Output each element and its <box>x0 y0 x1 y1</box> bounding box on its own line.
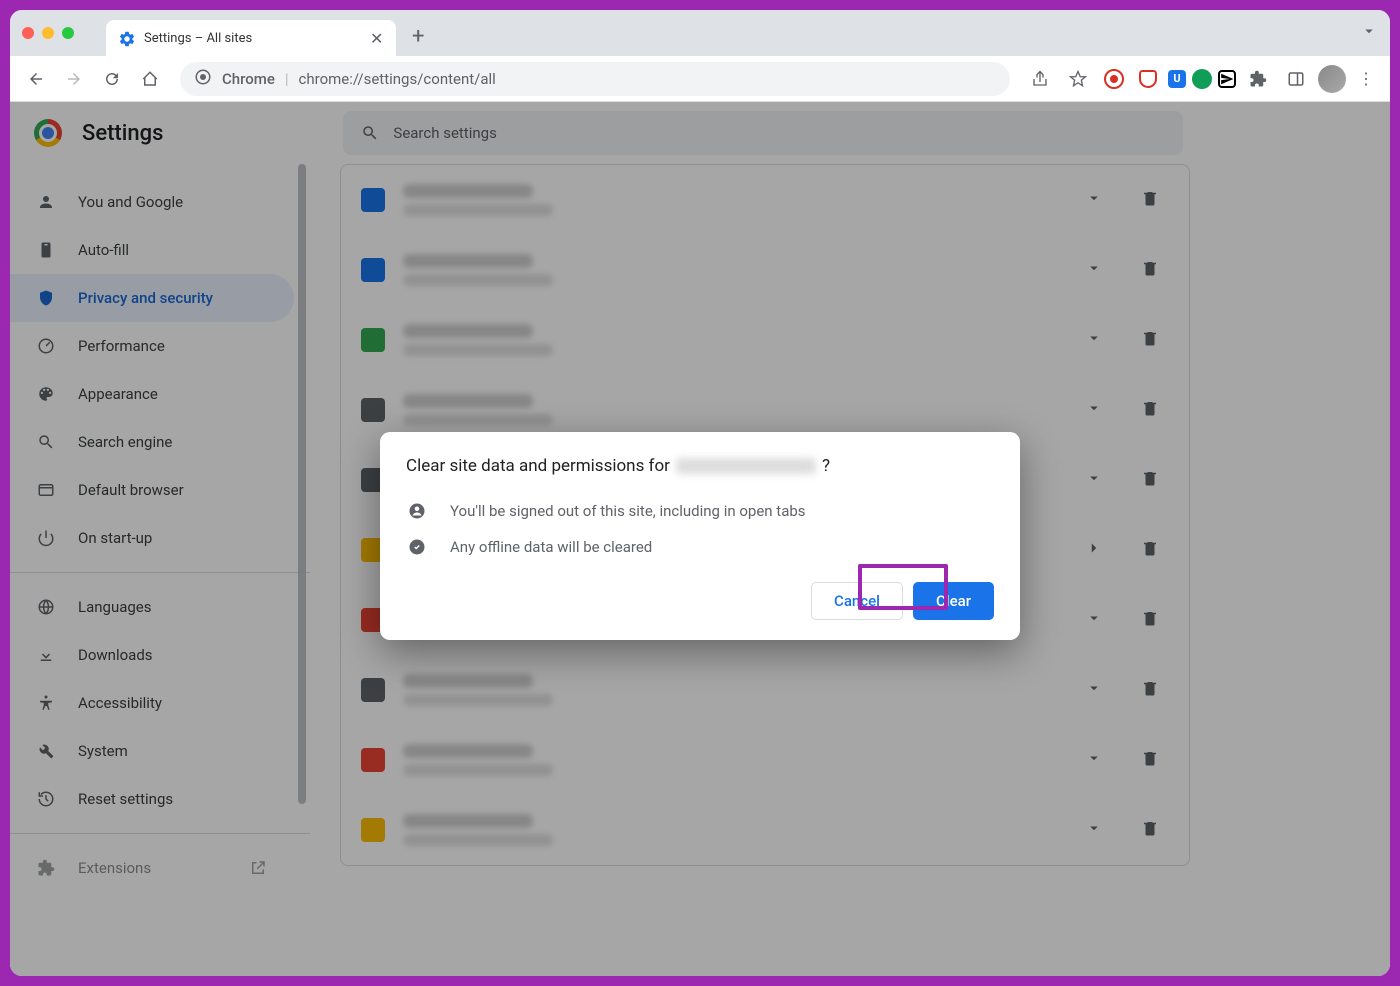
modal-overlay: Clear site data and permissions for ? Yo… <box>10 102 1390 976</box>
content-area: Settings Search settings You and Google … <box>10 102 1390 976</box>
back-button[interactable] <box>20 63 52 95</box>
profile-avatar[interactable] <box>1318 65 1346 93</box>
extension-icon-5[interactable] <box>1218 70 1236 88</box>
browser-window: Settings – All sites ✕ + Chrome | chrome… <box>10 10 1390 976</box>
share-icon[interactable] <box>1024 63 1056 95</box>
dialog-text: Any offline data will be cleared <box>450 538 652 556</box>
address-bar[interactable]: Chrome | chrome://settings/content/all <box>180 62 1010 96</box>
sidepanel-icon[interactable] <box>1280 63 1312 95</box>
close-tab-icon[interactable]: ✕ <box>370 29 384 48</box>
ublock-extension-icon[interactable] <box>1100 65 1128 93</box>
chrome-site-icon <box>194 68 212 90</box>
dialog-title: Clear site data and permissions for ? <box>406 456 994 476</box>
url-prefix: Chrome <box>222 70 275 88</box>
tab-title: Settings – All sites <box>144 31 360 46</box>
minimize-window-button[interactable] <box>42 27 54 39</box>
tab-bar: Settings – All sites ✕ + <box>10 10 1390 56</box>
redacted-site-name <box>676 458 816 474</box>
clear-site-data-dialog: Clear site data and permissions for ? Yo… <box>380 432 1020 640</box>
close-window-button[interactable] <box>22 27 34 39</box>
person-circle-icon <box>406 500 428 522</box>
new-tab-button[interactable]: + <box>412 24 424 49</box>
reload-button[interactable] <box>96 63 128 95</box>
toolbar: Chrome | chrome://settings/content/all U… <box>10 56 1390 102</box>
toolbar-extensions: U ⋮ <box>1024 63 1380 95</box>
kebab-menu-icon[interactable]: ⋮ <box>1352 69 1380 88</box>
tabs-menu-icon[interactable] <box>1360 22 1378 44</box>
check-circle-icon <box>406 536 428 558</box>
url-text: chrome://settings/content/all <box>299 70 496 88</box>
bitwarden-extension-icon[interactable]: U <box>1168 70 1186 88</box>
forward-button[interactable] <box>58 63 90 95</box>
browser-tab[interactable]: Settings – All sites ✕ <box>106 20 396 56</box>
window-controls <box>22 27 74 39</box>
extension-icon-4[interactable] <box>1192 69 1212 89</box>
dialog-buttons: Cancel Clear <box>406 582 994 620</box>
bookmark-star-icon[interactable] <box>1062 63 1094 95</box>
dialog-info-row: You'll be signed out of this site, inclu… <box>406 500 994 522</box>
pocket-extension-icon[interactable] <box>1134 65 1162 93</box>
clear-button[interactable]: Clear <box>913 582 994 620</box>
extensions-puzzle-icon[interactable] <box>1242 63 1274 95</box>
dialog-info-row: Any offline data will be cleared <box>406 536 994 558</box>
settings-gear-icon <box>118 30 134 46</box>
cancel-button[interactable]: Cancel <box>811 582 903 620</box>
maximize-window-button[interactable] <box>62 27 74 39</box>
dialog-text: You'll be signed out of this site, inclu… <box>450 502 806 520</box>
home-button[interactable] <box>134 63 166 95</box>
